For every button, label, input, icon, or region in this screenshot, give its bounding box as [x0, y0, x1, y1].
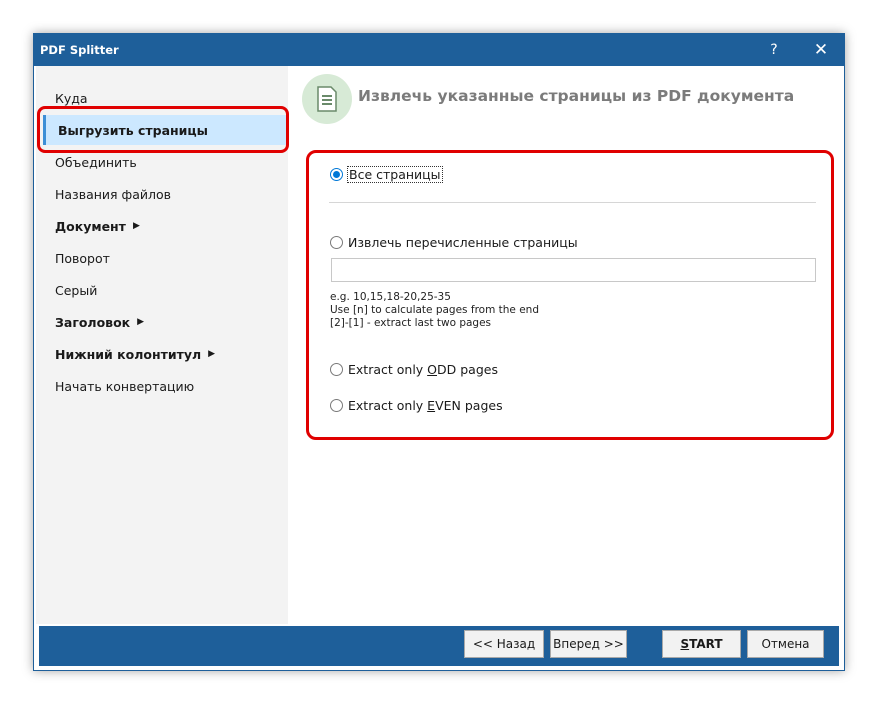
sidebar-item-destination[interactable]: Куда — [36, 83, 288, 113]
radio-indicator[interactable] — [330, 168, 343, 181]
sidebar-item-extract-pages[interactable]: Выгрузить страницы — [43, 115, 287, 145]
hint-line: Use [n] to calculate pages from the end — [330, 304, 539, 316]
sidebar-item-rotation[interactable]: Поворот — [36, 243, 288, 273]
page-title: Извлечь указанные страницы из PDF докуме… — [358, 87, 795, 105]
triangle-right-icon: ▶ — [137, 317, 145, 327]
sidebar-item-label: Документ — [55, 218, 126, 234]
sidebar-item-document[interactable]: Документ ▶ — [36, 211, 288, 241]
radio-odd-pages[interactable]: Extract only ODD pages — [330, 362, 498, 377]
radio-label: Extract only EVEN pages — [348, 398, 503, 413]
sidebar-item-label: Начать конвертацию — [55, 378, 195, 394]
sidebar-item-start-conversion[interactable]: Начать конвертацию — [36, 371, 288, 401]
sidebar-item-grayscale[interactable]: Серый — [36, 275, 288, 305]
radio-indicator[interactable] — [330, 363, 343, 376]
sidebar-item-merge[interactable]: Объединить — [36, 147, 288, 177]
radio-listed-pages[interactable]: Извлечь перечисленные страницы — [330, 235, 578, 250]
window-title: PDF Splitter — [40, 43, 119, 57]
sidebar-item-label: Нижний колонтитул — [55, 346, 202, 362]
radio-all-pages[interactable]: Все страницы — [330, 166, 443, 183]
radio-even-pages[interactable]: Extract only EVEN pages — [330, 398, 503, 413]
triangle-right-icon: ▶ — [208, 349, 216, 359]
sidebar-item-label: Названия файлов — [55, 186, 171, 202]
radio-indicator[interactable] — [330, 399, 343, 412]
radio-indicator[interactable] — [330, 236, 343, 249]
sidebar-item-footer[interactable]: Нижний колонтитул ▶ — [36, 339, 288, 369]
sidebar-item-label: Серый — [55, 282, 98, 298]
sidebar-item-label: Выгрузить страницы — [58, 122, 208, 138]
next-button[interactable]: Вперед >> — [550, 630, 627, 658]
sidebar-item-label: Поворот — [55, 250, 110, 266]
back-button[interactable]: << Назад — [464, 630, 544, 658]
triangle-right-icon: ▶ — [132, 221, 140, 231]
sidebar-item-file-names[interactable]: Названия файлов — [36, 179, 288, 209]
radio-label: Все страницы — [347, 166, 443, 183]
divider — [329, 202, 816, 203]
document-icon — [302, 74, 352, 124]
sidebar-item-label: Куда — [55, 90, 88, 106]
sidebar-item-header[interactable]: Заголовок ▶ — [36, 307, 288, 337]
hint-line: e.g. 10,15,18-20,25-35 — [330, 291, 451, 303]
radio-label: Extract only ODD pages — [348, 362, 498, 377]
help-button[interactable]: ? — [751, 34, 797, 66]
hint-line: [2]-[1] - extract last two pages — [330, 317, 492, 329]
radio-label: Извлечь перечисленные страницы — [348, 235, 578, 250]
pages-input[interactable] — [331, 258, 816, 282]
sidebar: Куда Выгрузить страницы Объединить Назва… — [36, 66, 288, 624]
app-window: PDF Splitter ? ✕ Куда Выгрузить страницы… — [33, 33, 845, 671]
start-button[interactable]: S TART — [662, 630, 741, 658]
sidebar-item-label: Объединить — [55, 154, 137, 170]
title-bar: PDF Splitter ? ✕ — [34, 34, 844, 66]
cancel-button[interactable]: Отмена — [747, 630, 824, 658]
sidebar-item-label: Заголовок — [55, 314, 131, 330]
close-button[interactable]: ✕ — [798, 34, 844, 66]
